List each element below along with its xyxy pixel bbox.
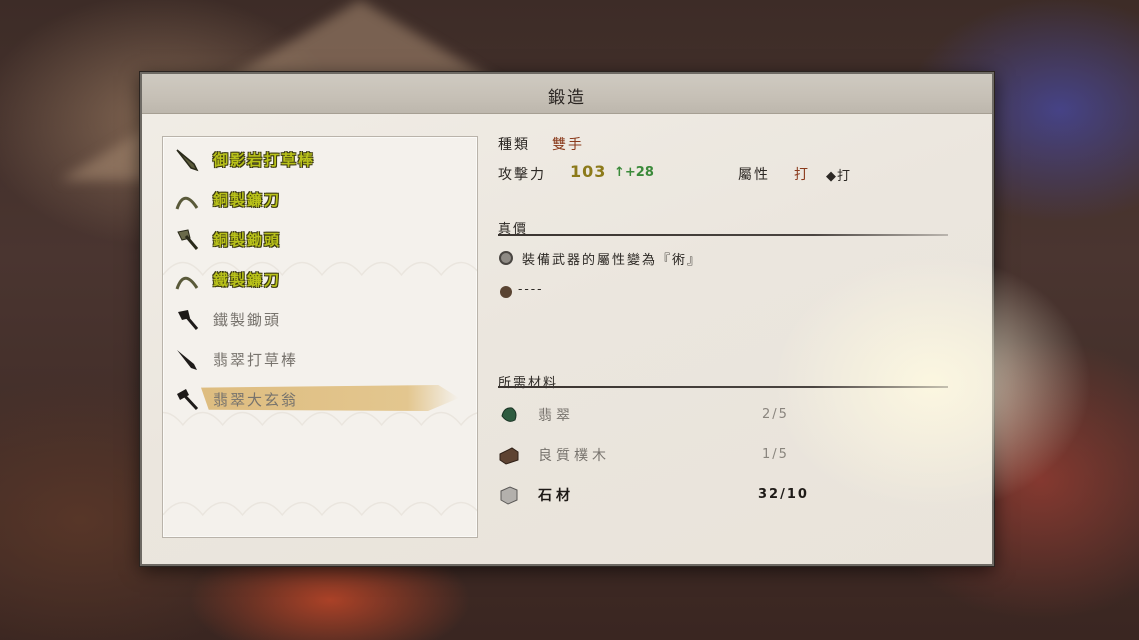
material-count: 2/5 xyxy=(762,407,789,422)
weapon-item-label: 銅製鐮刀 xyxy=(213,190,282,209)
type-value: 雙手 xyxy=(552,137,584,153)
attribute-label: 屬性 xyxy=(738,167,770,183)
weapon-item-label: 御影岩打草棒 xyxy=(213,150,316,169)
attack-diff: ↑+28 xyxy=(614,165,654,180)
effect-text: ---- xyxy=(518,282,544,297)
club-icon xyxy=(173,145,201,173)
wood-icon xyxy=(499,447,519,465)
effect-dot-icon xyxy=(499,251,513,265)
weapon-item[interactable]: 鐵製鐮刀 xyxy=(173,263,473,295)
hoe-icon xyxy=(173,305,201,333)
materials-header: 所需材料 xyxy=(498,376,559,391)
weapon-item-label: 鐵製鋤頭 xyxy=(213,310,282,329)
hammer-icon xyxy=(173,385,201,413)
effect-text: 裝備武器的屬性變為『術』 xyxy=(522,253,703,268)
material-count: 1/5 xyxy=(762,447,789,462)
panel-title: 鍛造 xyxy=(548,88,586,108)
hoe-icon xyxy=(173,225,201,253)
effect-dot-icon xyxy=(500,286,512,298)
weapon-item[interactable]: 銅製鋤頭 xyxy=(173,223,473,255)
weapon-item-label: 銅製鋤頭 xyxy=(213,230,282,249)
stone-icon xyxy=(500,486,518,505)
weapon-item[interactable]: 翡翠打草棒 xyxy=(173,343,473,375)
type-label: 種類 xyxy=(498,137,530,153)
jade-icon xyxy=(501,407,517,422)
weapon-item-label: 翡翠大玄翁 xyxy=(213,390,299,409)
wave-pattern xyxy=(163,501,477,517)
weapon-item[interactable]: 鐵製鋤頭 xyxy=(173,303,473,335)
attribute-value: 打 xyxy=(794,167,810,183)
sickle-icon xyxy=(173,185,201,213)
weapon-item-label: 鐵製鐮刀 xyxy=(213,270,282,289)
weapon-item-selected[interactable]: 翡翠大玄翁 xyxy=(173,383,473,415)
weapon-item-label: 翡翠打草棒 xyxy=(213,350,299,369)
attack-value: 103 xyxy=(570,162,607,181)
material-name: 良質樸木 xyxy=(538,448,610,464)
section-divider xyxy=(498,386,948,388)
weapon-list[interactable]: 御影岩打草棒 銅製鐮刀 銅製鋤頭 鐵製鐮刀 鐵製鋤頭 翡翠打草棒 翡翠大玄翁 xyxy=(162,136,478,538)
club-icon xyxy=(173,345,201,373)
attribute-change: ◆打 xyxy=(826,169,851,184)
weapon-item[interactable]: 御影岩打草棒 xyxy=(173,143,473,175)
attack-label: 攻擊力 xyxy=(498,167,546,183)
section-divider xyxy=(498,234,948,236)
material-name: 翡翠 xyxy=(538,408,574,424)
sickle-icon xyxy=(173,265,201,293)
weapon-item[interactable]: 銅製鐮刀 xyxy=(173,183,473,215)
forge-panel: 鍛造 御影岩打草棒 銅製鐮刀 銅製鋤頭 鐵製鐮刀 鐵製鋤頭 翡翠打草棒 翡翠大玄… xyxy=(140,72,1092,566)
material-name: 石材 xyxy=(538,488,574,504)
title-bar: 鍛造 xyxy=(142,74,992,114)
material-count: 32/10 xyxy=(758,487,809,502)
